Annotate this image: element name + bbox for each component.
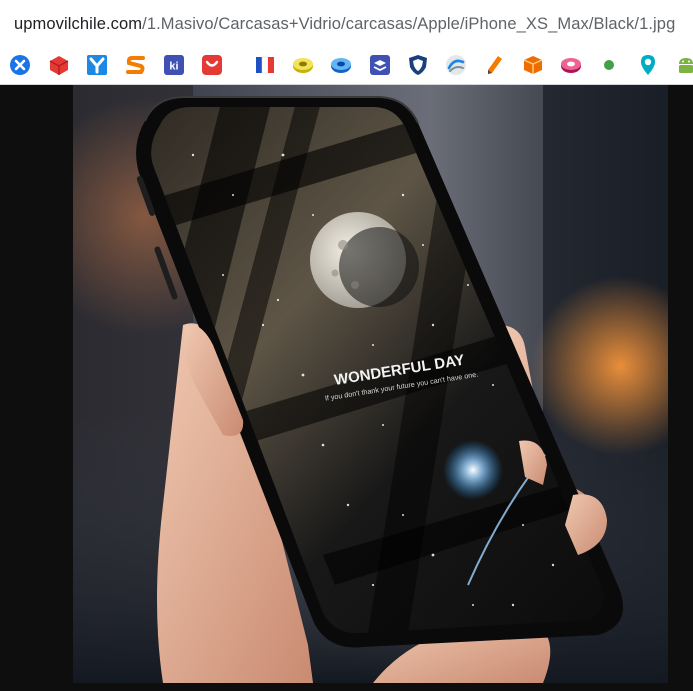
bookmark-orange-s-icon[interactable] — [125, 54, 147, 76]
product-photo: WONDERFUL DAY If you don't thank your fu… — [73, 85, 668, 683]
bookmark-yellow-disc-icon[interactable] — [292, 54, 314, 76]
bookmark-shield-icon[interactable] — [407, 54, 429, 76]
address-bar[interactable]: upmovilchile.com/1.Masivo/Carcasas+Vidri… — [0, 0, 693, 48]
svg-text:ki: ki — [169, 61, 178, 73]
bookmark-location-pin-icon[interactable] — [637, 54, 659, 76]
bookmarks-bar: ki — [0, 48, 693, 85]
bookmark-ki-icon[interactable]: ki — [163, 54, 185, 76]
bookmark-blue-disc-icon[interactable] — [330, 54, 352, 76]
bookmark-grey-swirl-icon[interactable] — [445, 54, 467, 76]
bookmark-orange-box-icon[interactable] — [522, 54, 544, 76]
bookmark-flag-icon[interactable] — [254, 54, 276, 76]
url-host: upmovilchile.com — [14, 14, 143, 33]
bookmark-red-shop-bag-icon[interactable] — [201, 54, 223, 76]
bookmark-pencil-icon[interactable] — [483, 54, 505, 76]
bookmark-close-circle-icon[interactable] — [9, 54, 31, 76]
bookmark-blue-y-icon[interactable] — [86, 54, 108, 76]
bookmark-green-dot-icon[interactable] — [598, 54, 620, 76]
url-path: /1.Masivo/Carcasas+Vidrio/carcasas/Apple… — [142, 14, 676, 33]
bookmark-blue-layers-icon[interactable] — [369, 54, 391, 76]
bookmark-red-cube-icon[interactable] — [48, 54, 70, 76]
phone-case-image: WONDERFUL DAY If you don't thank your fu… — [73, 85, 668, 683]
bookmark-pink-disc-icon[interactable] — [560, 54, 582, 76]
image-viewer: WONDERFUL DAY If you don't thank your fu… — [0, 85, 693, 691]
bookmark-android-icon[interactable] — [675, 54, 693, 76]
